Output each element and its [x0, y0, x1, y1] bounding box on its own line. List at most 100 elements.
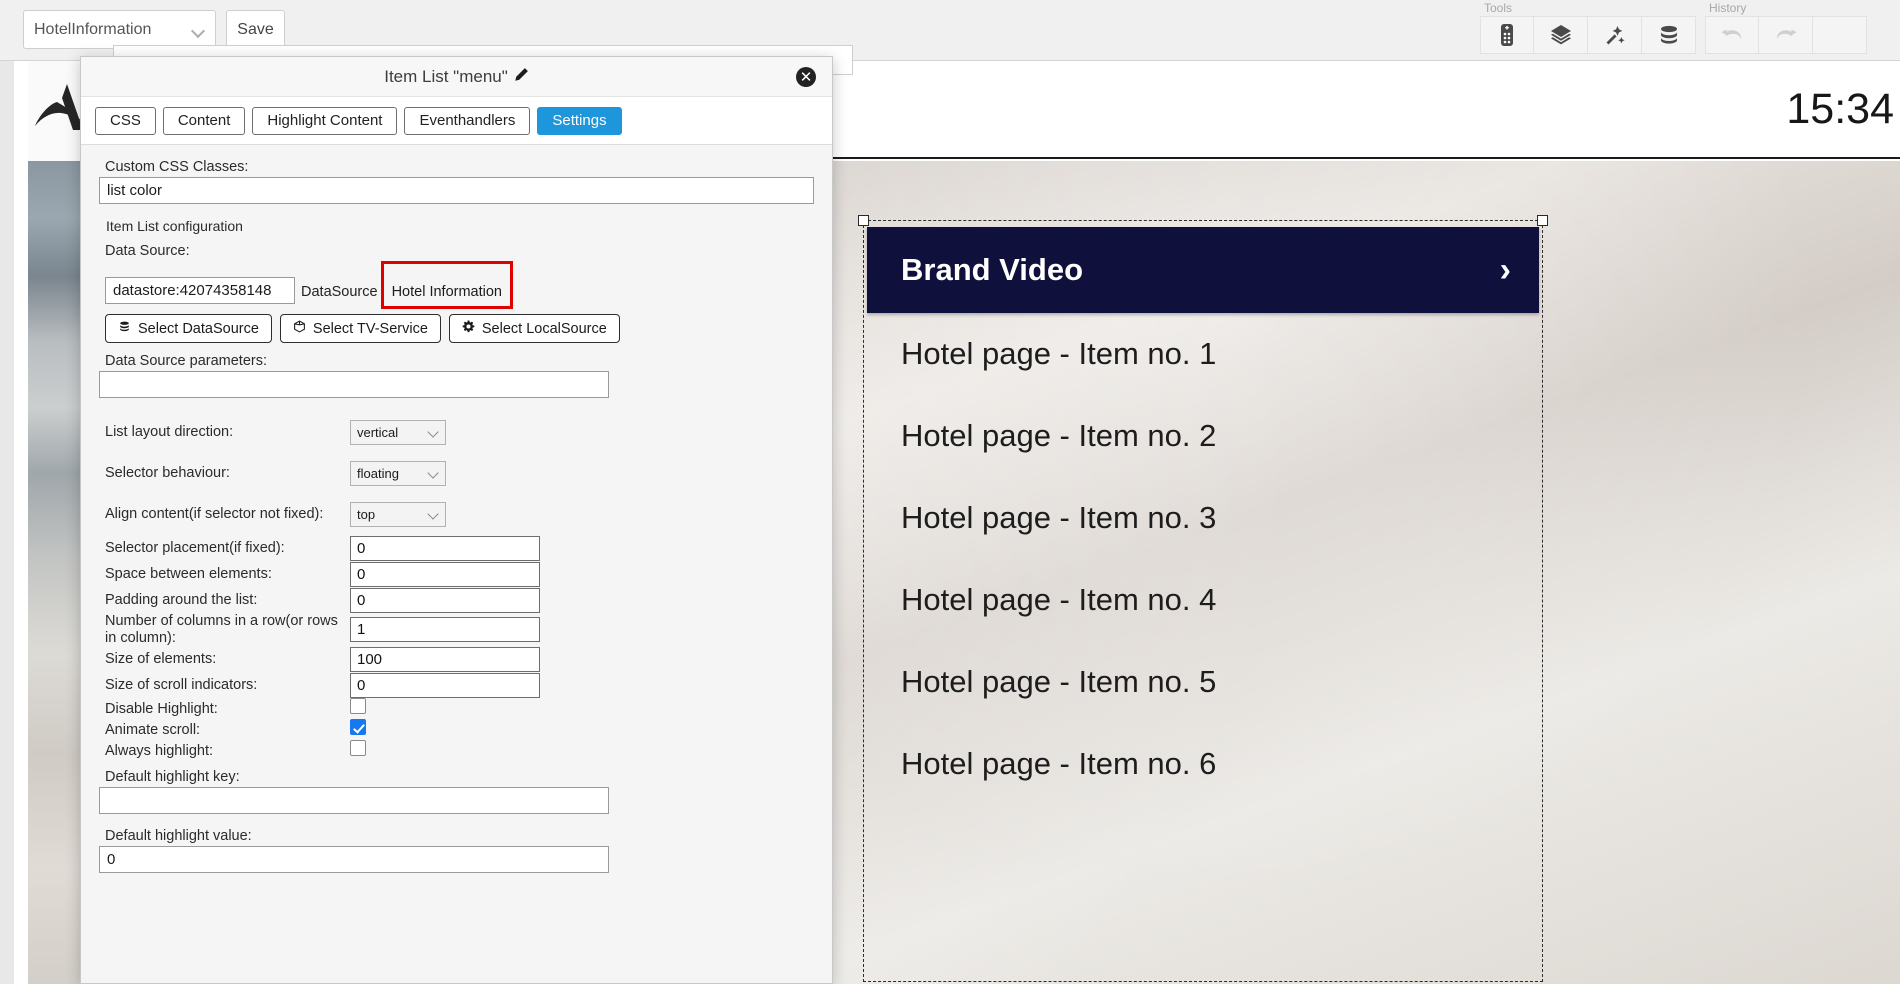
highlight-value-label: Default highlight value: [105, 828, 252, 845]
preview-menu-item[interactable]: Hotel page - Item no. 1 [867, 313, 1539, 395]
preview-menu-item[interactable]: Hotel page - Item no. 5 [867, 641, 1539, 723]
settings-row: List layout direction: vertical [105, 412, 814, 453]
settings-row: Always highlight: [105, 740, 814, 761]
edit-pencil-icon[interactable] [514, 67, 529, 87]
save-button[interactable]: Save [226, 10, 285, 49]
settings-select[interactable]: floating [350, 461, 446, 486]
data-source-input[interactable] [105, 277, 295, 304]
resize-handle-top-right[interactable] [1537, 215, 1548, 226]
tab-eventhandlers-label: Eventhandlers [419, 112, 516, 129]
preview-menu-item-label: Hotel page - Item no. 6 [901, 746, 1217, 781]
tab-settings[interactable]: Settings [537, 106, 622, 135]
preview-menu-item[interactable]: Hotel page - Item no. 2 [867, 395, 1539, 477]
custom-css-input[interactable] [99, 177, 814, 204]
preview-menu-item-label: Brand Video [901, 252, 1084, 287]
tab-eventhandlers[interactable]: Eventhandlers [404, 106, 531, 135]
settings-checkbox[interactable] [350, 740, 366, 757]
preview-menu-item[interactable]: Hotel page - Item no. 6 [867, 723, 1539, 805]
database-icon [1657, 23, 1681, 47]
chevron-down-icon [428, 509, 439, 520]
chevron-right-icon: › [1499, 251, 1511, 289]
preview-menu-item[interactable]: Hotel page - Item no. 3 [867, 477, 1539, 559]
preview-menu-item[interactable]: Hotel page - Item no. 4 [867, 559, 1539, 641]
history-extra-button[interactable] [1813, 16, 1867, 54]
settings-number-input[interactable] [350, 672, 540, 698]
settings-row: Padding around the list: [105, 587, 814, 613]
tab-css[interactable]: CSS [95, 106, 156, 135]
highlight-key-label: Default highlight key: [105, 769, 240, 786]
settings-row: Size of scroll indicators: [105, 672, 814, 698]
settings-row-label: Space between elements: [105, 565, 272, 582]
settings-checkbox[interactable] [350, 719, 366, 736]
preview-menu-item-label: Hotel page - Item no. 5 [901, 664, 1217, 699]
chevron-down-icon [191, 23, 205, 37]
highlight-key-input[interactable] [99, 787, 609, 815]
gear-icon [462, 320, 475, 337]
layers-tool-button[interactable] [1534, 16, 1588, 54]
select-tv-service-button[interactable]: Select TV-Service [279, 314, 441, 343]
page-select-value: HotelInformation [34, 20, 152, 38]
settings-number-input[interactable] [350, 646, 540, 672]
close-icon[interactable]: ✕ [796, 67, 816, 87]
params-input[interactable] [99, 371, 609, 398]
selected-widget-itemlist[interactable]: Brand Video › Hotel page - Item no. 1 Hotel… [858, 215, 1548, 982]
data-source-buttons: Select DataSource Select TV-Service Sele… [105, 314, 814, 343]
preview-menu-item-label: Hotel page - Item no. 2 [901, 418, 1217, 453]
tab-content[interactable]: Content [162, 106, 246, 135]
highlight-value-input[interactable] [99, 846, 609, 874]
settings-row-label: Number of columns in a row(or rows in co… [105, 613, 338, 646]
cube-icon [293, 320, 306, 337]
settings-checkbox[interactable] [350, 698, 366, 715]
settings-row-label: Disable Highlight: [105, 700, 218, 717]
redo-icon [1773, 24, 1799, 46]
dialog-settings-panel: Custom CSS Classes: Item List configurat… [81, 145, 832, 983]
chevron-down-icon [428, 427, 439, 438]
settings-number-input[interactable] [350, 561, 540, 587]
settings-select[interactable]: top [350, 502, 446, 527]
settings-row-label: Size of scroll indicators: [105, 677, 258, 693]
tab-content-label: Content [177, 112, 231, 129]
page-select[interactable]: HotelInformation [23, 10, 216, 49]
settings-row: Animate scroll: [105, 719, 814, 740]
settings-number-input[interactable] [350, 535, 540, 561]
data-source-name-highlight: Hotel Information [380, 261, 513, 309]
preview-menu-item-label: Hotel page - Item no. 3 [901, 500, 1217, 535]
settings-row: Size of elements: [105, 646, 814, 672]
data-source-label: Data Source: [105, 243, 190, 259]
select-datasource-button[interactable]: Select DataSource [105, 314, 272, 343]
dialog-tab-bar: CSS Content Highlight Content Eventhandl… [81, 97, 832, 145]
select-localsource-button[interactable]: Select LocalSource [448, 314, 620, 343]
resize-handle-top-left[interactable] [858, 215, 869, 226]
database-tool-button[interactable] [1642, 16, 1696, 54]
database-icon [118, 320, 131, 337]
select-tv-service-label: Select TV-Service [312, 320, 428, 337]
settings-row: Selector placement(if fixed): [105, 535, 814, 561]
settings-number-input[interactable] [350, 617, 540, 643]
settings-row-label: Animate scroll: [105, 721, 201, 738]
tab-css-label: CSS [110, 112, 141, 129]
redo-button[interactable] [1759, 16, 1813, 54]
settings-number-input[interactable] [350, 587, 540, 613]
settings-row-label: Always highlight: [105, 742, 213, 759]
settings-select[interactable]: vertical [350, 420, 446, 445]
dialog-header: Item List "menu" ✕ [81, 57, 832, 97]
settings-rows: List layout direction: vertical Selector b… [99, 412, 814, 761]
undo-button[interactable] [1705, 16, 1759, 54]
preview-menu-item[interactable]: Brand Video › [867, 227, 1539, 313]
settings-row: Number of columns in a row(or rows in co… [105, 613, 814, 646]
remote-control-tool-button[interactable] [1480, 16, 1534, 54]
history-group-label: History [1709, 1, 1747, 15]
custom-css-label: Custom CSS Classes: [105, 159, 249, 175]
settings-row-label: Align content(if selector not fixed): [105, 506, 324, 523]
tab-highlight-content[interactable]: Highlight Content [252, 106, 398, 135]
settings-row-label: List layout direction: [105, 424, 234, 441]
settings-select-value: vertical [357, 425, 399, 440]
section-title: Item List configuration [106, 218, 243, 234]
layers-icon [1549, 23, 1573, 47]
preview-menu-list: Brand Video › Hotel page - Item no. 1 Hotel… [867, 227, 1539, 805]
tab-settings-label: Settings [552, 112, 607, 129]
chevron-down-icon [428, 468, 439, 479]
settings-select-value: top [357, 507, 376, 522]
magic-wand-tool-button[interactable] [1588, 16, 1642, 54]
select-localsource-label: Select LocalSource [481, 320, 607, 337]
